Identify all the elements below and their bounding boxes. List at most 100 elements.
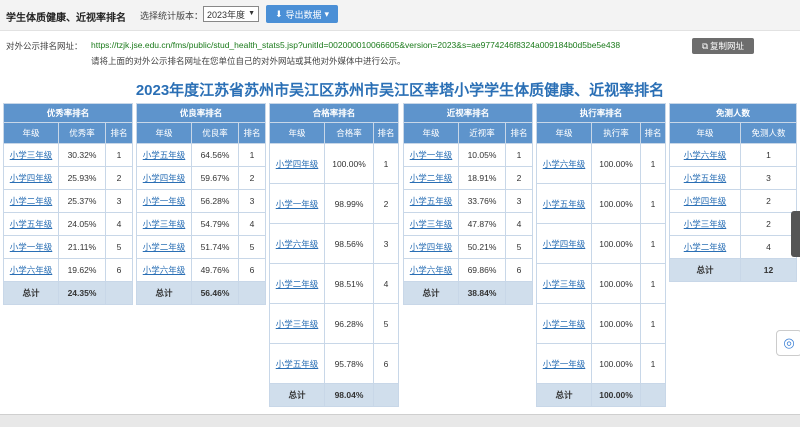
table-row: 小学四年级 25.93% 2 bbox=[3, 166, 133, 190]
total-value: 98.04% bbox=[324, 383, 374, 407]
total-row: 总计 38.84% bbox=[403, 281, 533, 305]
rank-cell: 4 bbox=[238, 212, 266, 236]
grade-link[interactable]: 小学三年级 bbox=[543, 279, 586, 289]
total-label: 总计 bbox=[3, 281, 59, 305]
column-header: 排名 bbox=[373, 122, 399, 144]
rate-cell: 100.00% bbox=[591, 223, 641, 264]
total-row: 总计 98.04% bbox=[269, 383, 399, 407]
grade-link[interactable]: 小学四年级 bbox=[410, 242, 453, 252]
table-row: 小学一年级 100.00% 1 bbox=[536, 343, 666, 384]
grade-link[interactable]: 小学五年级 bbox=[143, 150, 186, 160]
table-row: 小学三年级 54.79% 4 bbox=[136, 212, 266, 236]
grade-link[interactable]: 小学一年级 bbox=[276, 199, 319, 209]
column-header: 年级 bbox=[536, 122, 592, 144]
table-row: 小学三年级 96.28% 5 bbox=[269, 303, 399, 344]
grade-link[interactable]: 小学四年级 bbox=[276, 159, 319, 169]
public-url-label: 对外公示排名网址： bbox=[6, 41, 83, 51]
table-row: 小学五年级 95.78% 6 bbox=[269, 343, 399, 384]
table-row: 小学二年级 18.91% 2 bbox=[403, 166, 533, 190]
grade-link[interactable]: 小学四年级 bbox=[684, 196, 727, 206]
rank-cell: 6 bbox=[505, 258, 533, 282]
table-row: 小学六年级 1 bbox=[669, 143, 797, 167]
count-cell: 2 bbox=[740, 212, 797, 236]
grade-link[interactable]: 小学二年级 bbox=[143, 242, 186, 252]
table-row: 小学五年级 100.00% 1 bbox=[536, 183, 666, 224]
copy-url-button[interactable]: ⧉ 复制网址 bbox=[692, 38, 754, 54]
export-data-button[interactable]: ⬇ 导出数据 ▾ bbox=[266, 5, 338, 23]
grade-link[interactable]: 小学一年级 bbox=[10, 242, 53, 252]
exempt-count-table: 免测人数 年级 免测人数 小学六年级 1 小学五年级 3 小学四年级 2 小学三年级 2… bbox=[669, 103, 797, 282]
side-panel-handle[interactable] bbox=[791, 211, 800, 257]
rank-cell: 4 bbox=[105, 212, 133, 236]
rate-cell: 51.74% bbox=[191, 235, 239, 259]
page-title: 2023年度江苏省苏州市吴江区苏州市吴江区莘塔小学学生体质健康、近视率排名 bbox=[135, 82, 665, 99]
column-header: 免测人数 bbox=[740, 122, 797, 144]
grade-link[interactable]: 小学六年级 bbox=[143, 265, 186, 275]
grade-link[interactable]: 小学五年级 bbox=[10, 219, 53, 229]
rank-cell: 1 bbox=[640, 343, 666, 384]
caret-down-icon: ▾ bbox=[324, 8, 330, 19]
rate-cell: 54.79% bbox=[191, 212, 239, 236]
table-row: 小学二年级 4 bbox=[669, 235, 797, 259]
grade-link[interactable]: 小学三年级 bbox=[410, 219, 453, 229]
total-row: 总计 12 bbox=[669, 258, 797, 282]
rank-cell: 1 bbox=[640, 143, 666, 184]
grade-link[interactable]: 小学二年级 bbox=[10, 196, 53, 206]
grade-link[interactable]: 小学五年级 bbox=[543, 199, 586, 209]
grade-link[interactable]: 小学四年级 bbox=[543, 239, 586, 249]
rank-cell: 6 bbox=[238, 258, 266, 282]
grade-link[interactable]: 小学六年级 bbox=[684, 150, 727, 160]
rank-cell: 1 bbox=[505, 143, 533, 167]
grade-link[interactable]: 小学五年级 bbox=[276, 359, 319, 369]
rank-cell: 1 bbox=[640, 183, 666, 224]
year-select-label: 选择统计版本： bbox=[140, 11, 204, 21]
grade-link[interactable]: 小学一年级 bbox=[543, 359, 586, 369]
total-value: 12 bbox=[740, 258, 797, 282]
table-caption: 优良率排名 bbox=[136, 103, 266, 123]
rate-cell: 25.93% bbox=[58, 166, 106, 190]
rate-cell: 21.11% bbox=[58, 235, 106, 259]
grade-link[interactable]: 小学六年级 bbox=[543, 159, 586, 169]
grade-link[interactable]: 小学一年级 bbox=[143, 196, 186, 206]
floating-assistant-icon[interactable]: ◎ bbox=[776, 330, 800, 356]
grade-link[interactable]: 小学一年级 bbox=[410, 150, 453, 160]
grade-link[interactable]: 小学六年级 bbox=[10, 265, 53, 275]
grade-link[interactable]: 小学三年级 bbox=[143, 219, 186, 229]
rate-cell: 18.91% bbox=[458, 166, 506, 190]
grade-link[interactable]: 小学三年级 bbox=[10, 150, 53, 160]
grade-link[interactable]: 小学三年级 bbox=[276, 319, 319, 329]
rate-cell: 33.76% bbox=[458, 189, 506, 213]
grade-link[interactable]: 小学二年级 bbox=[543, 319, 586, 329]
grade-link[interactable]: 小学六年级 bbox=[410, 265, 453, 275]
year-select[interactable]: 2023年度 ▼ bbox=[203, 6, 259, 22]
grade-link[interactable]: 小学二年级 bbox=[410, 173, 453, 183]
column-header: 排名 bbox=[640, 122, 666, 144]
public-url-link[interactable]: https://tzjk.jse.edu.cn/fms/public/stud_… bbox=[91, 40, 620, 50]
table-row: 小学二年级 25.37% 3 bbox=[3, 189, 133, 213]
table-row: 小学三年级 47.87% 4 bbox=[403, 212, 533, 236]
download-icon: ⬇ bbox=[274, 8, 283, 19]
table-row: 小学一年级 10.05% 1 bbox=[403, 143, 533, 167]
grade-link[interactable]: 小学五年级 bbox=[410, 196, 453, 206]
table-row: 小学四年级 100.00% 1 bbox=[536, 223, 666, 264]
grade-link[interactable]: 小学四年级 bbox=[10, 173, 53, 183]
rank-cell: 5 bbox=[505, 235, 533, 259]
rate-cell: 59.67% bbox=[191, 166, 239, 190]
rate-cell: 98.56% bbox=[324, 223, 374, 264]
grade-link[interactable]: 小学二年级 bbox=[684, 242, 727, 252]
grade-link[interactable]: 小学五年级 bbox=[684, 173, 727, 183]
table-row: 小学二年级 100.00% 1 bbox=[536, 303, 666, 344]
rate-cell: 25.37% bbox=[58, 189, 106, 213]
total-value: 100.00% bbox=[591, 383, 641, 407]
grade-link[interactable]: 小学二年级 bbox=[276, 279, 319, 289]
grade-link[interactable]: 小学六年级 bbox=[276, 239, 319, 249]
total-label: 总计 bbox=[269, 383, 325, 407]
table-row: 小学四年级 50.21% 5 bbox=[403, 235, 533, 259]
grade-link[interactable]: 小学四年级 bbox=[143, 173, 186, 183]
count-cell: 2 bbox=[740, 189, 797, 213]
rate-cell: 69.86% bbox=[458, 258, 506, 282]
rate-cell: 49.76% bbox=[191, 258, 239, 282]
grade-link[interactable]: 小学三年级 bbox=[684, 219, 727, 229]
rate-cell: 10.05% bbox=[458, 143, 506, 167]
total-row: 总计 100.00% bbox=[536, 383, 666, 407]
